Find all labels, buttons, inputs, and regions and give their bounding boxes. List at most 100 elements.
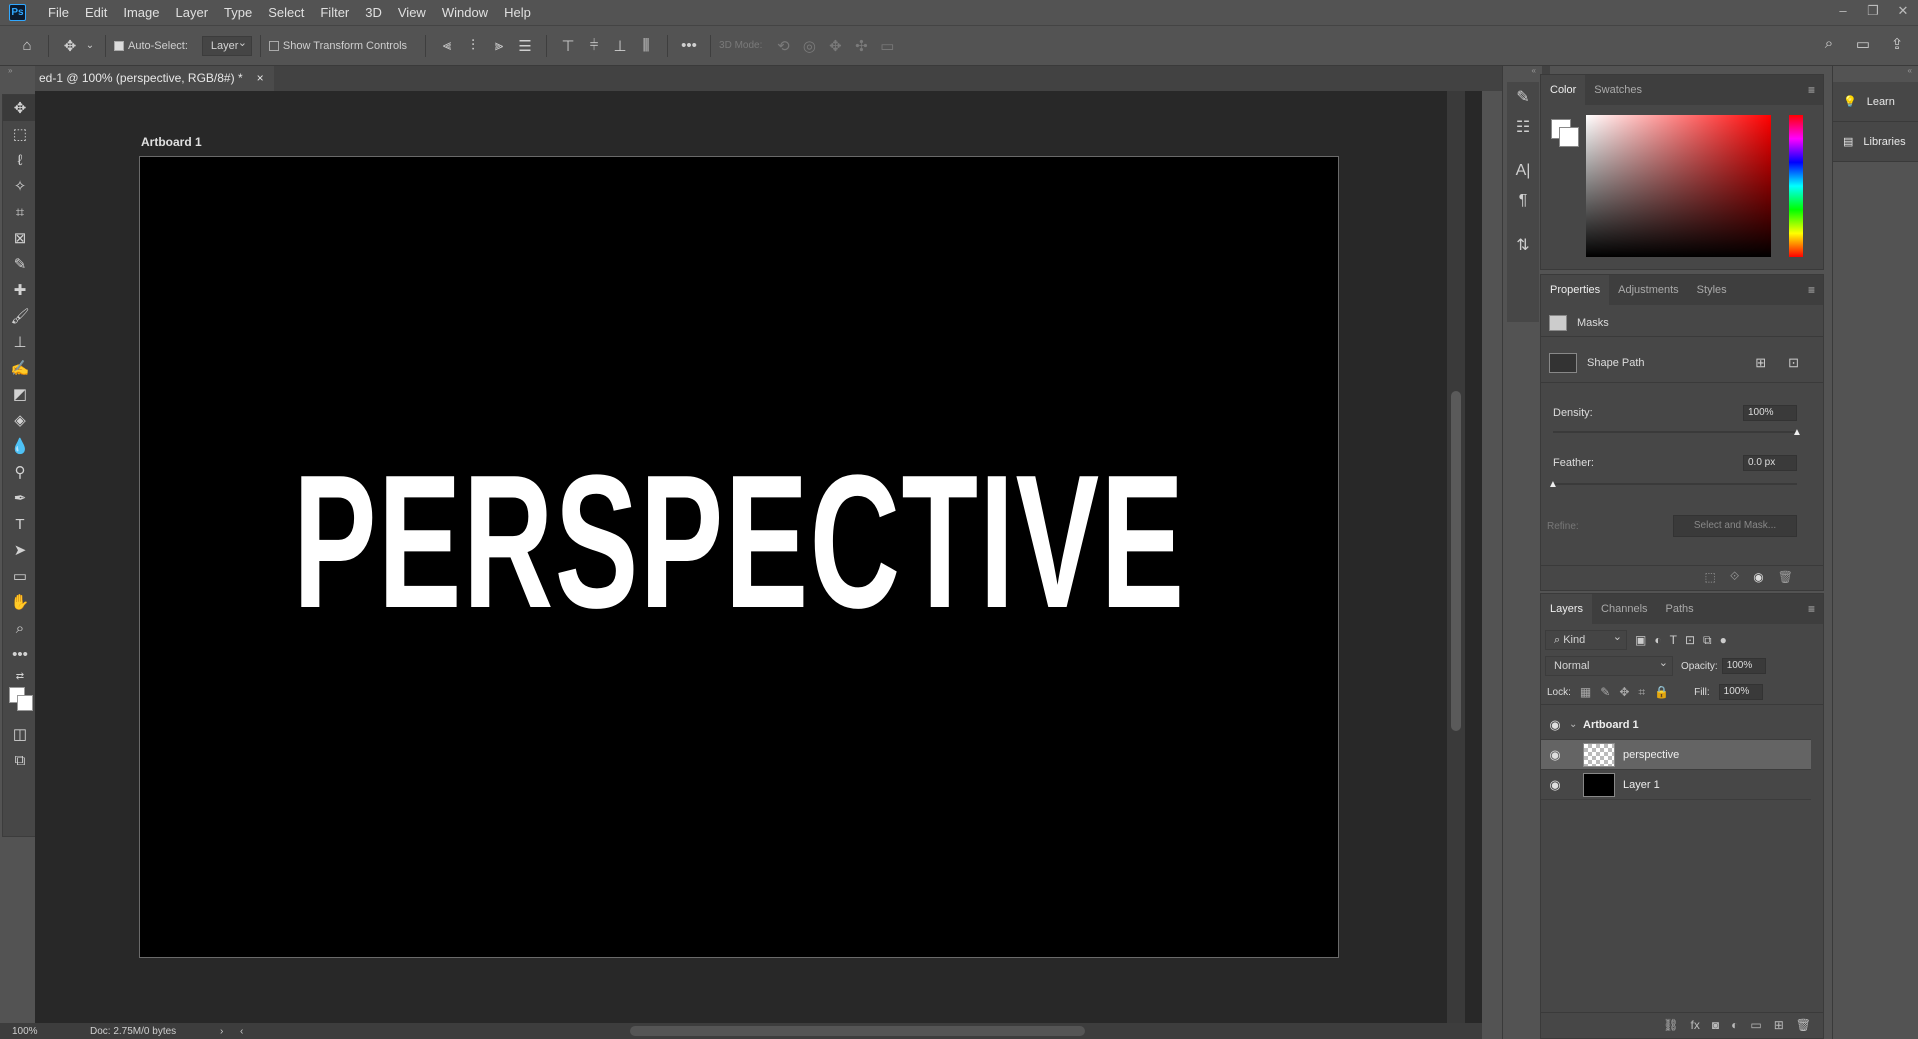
- paragraph-icon[interactable]: ¶: [1507, 186, 1539, 216]
- filter-smart-icon[interactable]: ⧉: [1703, 633, 1712, 648]
- lock-pixels-icon[interactable]: ✎: [1600, 685, 1610, 699]
- delete-mask-icon[interactable]: 🗑: [1778, 570, 1793, 584]
- menu-image[interactable]: Image: [115, 0, 167, 25]
- opacity-field[interactable]: 100%: [1721, 658, 1766, 674]
- panel-menu-icon[interactable]: ≡: [1808, 283, 1815, 297]
- feather-slider-handle[interactable]: ▲: [1548, 479, 1558, 490]
- delete-layer-icon[interactable]: 🗑: [1796, 1018, 1811, 1032]
- move-tool-icon[interactable]: ✥: [3, 95, 37, 121]
- magic-wand-icon[interactable]: ✧: [3, 173, 37, 199]
- filter-adjustment-icon[interactable]: ◐: [1654, 633, 1661, 647]
- select-and-mask-button[interactable]: Select and Mask...: [1673, 515, 1797, 537]
- learn-button[interactable]: 💡 Learn: [1833, 82, 1918, 122]
- menu-layer[interactable]: Layer: [168, 0, 217, 25]
- filter-kind-dropdown[interactable]: ⌕ Kind: [1545, 628, 1627, 650]
- crop-tool-icon[interactable]: ⌗: [3, 199, 37, 225]
- character-icon[interactable]: A|: [1507, 156, 1539, 186]
- auto-select-checkbox[interactable]: Auto-Select:: [114, 40, 188, 52]
- status-arrow-icon[interactable]: ›: [220, 1026, 240, 1037]
- screen-mode-icon[interactable]: ⧉: [3, 747, 37, 773]
- menu-type[interactable]: Type: [216, 0, 260, 25]
- lock-artboard-icon[interactable]: ⌗: [1638, 685, 1645, 700]
- checkbox-checked-icon[interactable]: [114, 40, 124, 51]
- filter-pixel-icon[interactable]: ▣: [1635, 633, 1646, 647]
- smart-object-thumbnail[interactable]: [1583, 742, 1615, 767]
- menu-edit[interactable]: Edit: [77, 0, 115, 25]
- more-options-icon[interactable]: •••: [676, 37, 702, 54]
- restore-icon[interactable]: ❐: [1858, 0, 1888, 22]
- close-tab-icon[interactable]: ×: [257, 66, 264, 91]
- type-tool-icon[interactable]: T: [3, 511, 37, 537]
- edit-toolbar-icon[interactable]: •••: [3, 641, 37, 667]
- 3d-slide-icon[interactable]: ✣: [848, 37, 874, 55]
- panel-menu-icon[interactable]: ≡: [1808, 83, 1815, 97]
- document-tab[interactable]: ed-1 @ 100% (perspective, RGB/8#) * ×: [35, 66, 274, 91]
- eyedropper-icon[interactable]: ✎: [3, 251, 37, 277]
- density-slider-handle[interactable]: ▲: [1792, 427, 1802, 438]
- menu-view[interactable]: View: [390, 0, 434, 25]
- marquee-tool-icon[interactable]: ⬚: [3, 121, 37, 147]
- 3d-pan-icon[interactable]: ✥: [822, 37, 848, 55]
- lock-all-icon[interactable]: 🔒: [1654, 685, 1669, 699]
- layer-name[interactable]: Artboard 1: [1583, 719, 1639, 731]
- history-brush-icon[interactable]: ✍: [3, 355, 37, 381]
- tab-color[interactable]: Color: [1541, 75, 1586, 105]
- canvas-text-layer[interactable]: PERSPECTIVE: [293, 433, 1186, 651]
- checkbox-unchecked-icon[interactable]: [268, 40, 279, 51]
- tab-paths[interactable]: Paths: [1657, 594, 1703, 624]
- 3d-rotate-icon[interactable]: ⟲: [770, 37, 796, 55]
- align-left-icon[interactable]: ⫷: [434, 37, 460, 54]
- artboard[interactable]: PERSPECTIVE: [139, 156, 1339, 958]
- panel-menu-icon[interactable]: ≡: [1808, 602, 1815, 616]
- filter-type-icon[interactable]: T: [1670, 633, 1677, 647]
- canvas-area[interactable]: Artboard 1 PERSPECTIVE: [35, 91, 1482, 1023]
- dodge-tool-icon[interactable]: ⚲: [3, 459, 37, 485]
- tab-channels[interactable]: Channels: [1592, 594, 1656, 624]
- align-top-icon[interactable]: ⊤: [555, 37, 581, 55]
- pen-tool-icon[interactable]: ✒: [3, 485, 37, 511]
- home-icon[interactable]: ⌂: [14, 37, 40, 54]
- align-center-icon[interactable]: ⫶: [460, 37, 486, 54]
- tab-layers[interactable]: Layers: [1541, 594, 1593, 624]
- menu-window[interactable]: Window: [434, 0, 496, 25]
- layer-thumbnail[interactable]: [1583, 772, 1615, 797]
- workspace-icon[interactable]: ▭: [1850, 35, 1876, 53]
- auto-select-dropdown[interactable]: Layer: [201, 34, 252, 56]
- quick-mask-icon[interactable]: ◫: [3, 721, 37, 747]
- apply-mask-icon[interactable]: ⟐: [1730, 569, 1739, 584]
- tab-styles[interactable]: Styles: [1688, 275, 1736, 305]
- menu-3d[interactable]: 3D: [357, 0, 390, 25]
- tab-properties[interactable]: Properties: [1541, 275, 1610, 305]
- artboard-label[interactable]: Artboard 1: [141, 135, 202, 149]
- density-slider[interactable]: ▲: [1553, 427, 1802, 438]
- layer-row-perspective[interactable]: ◉ perspective: [1541, 740, 1811, 770]
- filter-shape-icon[interactable]: ⊡: [1685, 633, 1695, 647]
- chevron-down-icon[interactable]: ⌄: [1569, 719, 1583, 730]
- align-middle-icon[interactable]: ⫩: [581, 37, 607, 54]
- libraries-button[interactable]: ▤ Libraries: [1833, 122, 1918, 162]
- frame-tool-icon[interactable]: ⊠: [3, 225, 37, 251]
- add-mask-icon[interactable]: ⊞: [1755, 355, 1766, 371]
- menu-select[interactable]: Select: [260, 0, 312, 25]
- zoom-level[interactable]: 100%: [12, 1026, 90, 1037]
- layer-row-layer1[interactable]: ◉ Layer 1: [1541, 770, 1811, 800]
- load-selection-icon[interactable]: ⬚: [1704, 570, 1715, 584]
- shape-path-thumbnail[interactable]: [1549, 352, 1577, 373]
- brush-settings-icon[interactable]: ✎: [1507, 82, 1539, 112]
- brush-tool-icon[interactable]: 🖌: [3, 303, 37, 329]
- visibility-eye-icon[interactable]: ◉: [1541, 747, 1569, 763]
- lasso-tool-icon[interactable]: ℓ: [3, 147, 37, 173]
- vertical-scrollbar[interactable]: [1447, 91, 1465, 1023]
- visibility-eye-icon[interactable]: ◉: [1541, 717, 1569, 733]
- rectangle-tool-icon[interactable]: ▭: [3, 563, 37, 589]
- background-color-swatch[interactable]: [17, 695, 33, 711]
- move-tool-icon[interactable]: ✥: [57, 37, 83, 55]
- tab-swatches[interactable]: Swatches: [1585, 75, 1651, 105]
- color-spectrum-picker[interactable]: [1586, 115, 1771, 257]
- layer-row-artboard[interactable]: ◉ ⌄ Artboard 1: [1541, 710, 1811, 740]
- blend-mode-dropdown[interactable]: Normal: [1545, 654, 1673, 676]
- new-layer-icon[interactable]: ⊞: [1774, 1018, 1784, 1032]
- paint-bucket-icon[interactable]: ◈: [3, 407, 37, 433]
- layer-name[interactable]: Layer 1: [1623, 779, 1660, 791]
- new-adjustment-icon[interactable]: ◐: [1731, 1018, 1738, 1032]
